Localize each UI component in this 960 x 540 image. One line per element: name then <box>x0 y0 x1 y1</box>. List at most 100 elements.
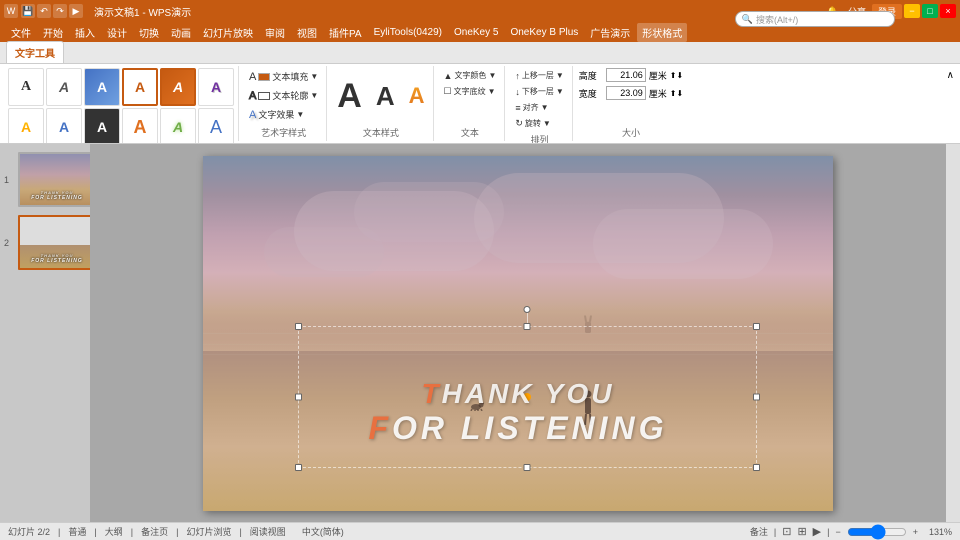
wordart-style-1[interactable]: A <box>8 68 44 106</box>
menu-home[interactable]: 开始 <box>38 23 68 42</box>
wordart-style-9[interactable]: A <box>84 108 120 144</box>
ribbon-group-arrange: ↑上移一层▼ ↓下移一层▼ ≡对齐▼ ↻旋转▼ 排列 <box>507 66 572 141</box>
height-arrows[interactable]: ⬆⬇ <box>670 71 683 80</box>
view-notes[interactable]: 备注页 <box>141 525 168 538</box>
menu-view[interactable]: 视图 <box>292 23 322 42</box>
width-input[interactable] <box>606 86 646 100</box>
wordart-style-5[interactable]: A <box>160 68 196 106</box>
slide-canvas[interactable]: THANK YOU FOR LISTENING <box>203 156 833 511</box>
bg-dropdown[interactable]: ▼ <box>488 87 496 96</box>
view-normal-icon[interactable]: ⊡ <box>782 525 791 538</box>
menu-insert[interactable]: 插入 <box>70 23 100 42</box>
view-slideshow-icon[interactable]: ▶ <box>813 525 821 538</box>
wordart-size-large[interactable]: A <box>333 75 366 118</box>
slide-2-thumb-text: THANK YOU FOR LISTENING <box>24 253 90 264</box>
menu-file[interactable]: 文件 <box>6 23 36 42</box>
wordart-style-7[interactable]: A <box>8 108 44 144</box>
handle-br[interactable] <box>753 464 760 471</box>
minimize-button[interactable]: − <box>904 4 920 18</box>
menu-onekey5[interactable]: OneKey 5 <box>449 25 503 40</box>
slide-count: 幻灯片 2/2 <box>8 525 50 538</box>
view-normal[interactable]: 普通 <box>68 525 86 538</box>
redo-icon[interactable]: ↷ <box>53 4 67 18</box>
view-reading[interactable]: 阅读视图 <box>250 525 286 538</box>
wordart-size-medium[interactable]: A <box>372 79 399 114</box>
wordart-style-11[interactable]: A <box>160 108 196 144</box>
zoom-in-btn[interactable]: + <box>913 527 918 537</box>
handle-tm[interactable] <box>524 323 531 330</box>
rotation-handle[interactable] <box>524 306 531 313</box>
fill-dropdown-icon[interactable]: ▼ <box>310 72 318 81</box>
menu-ads[interactable]: 广告演示 <box>585 23 635 42</box>
outline-dropdown-icon[interactable]: ▼ <box>310 91 318 100</box>
view-outline[interactable]: 大纲 <box>105 525 123 538</box>
wordart-size-small[interactable]: A <box>405 81 429 111</box>
text-fill-btn[interactable]: A 文本填充 ▼ <box>245 68 322 85</box>
slide-1-thumb-text: THANK YOU FOR LISTENING <box>24 190 90 201</box>
width-row: 宽度 厘米 ⬆⬇ <box>579 86 683 100</box>
menu-review[interactable]: 审阅 <box>260 23 290 42</box>
text-fill-icon: A <box>249 71 256 83</box>
zoom-out-btn[interactable]: − <box>835 527 840 537</box>
rotate-btn[interactable]: ↻旋转▼ <box>511 116 554 131</box>
move-down-btn[interactable]: ↓下移一层▼ <box>511 84 567 99</box>
slide-thumb-2[interactable]: THANK YOU FOR LISTENING <box>18 215 90 270</box>
wordart-style-6[interactable]: A <box>198 68 234 106</box>
text-bg-btn[interactable]: ☐文字底纹 ▼ <box>440 84 500 99</box>
title-bar: W 💾 ↶ ↷ ▶ 演示文稿1 - WPS演示 🔍 搜索(Alt+/) 🔔 分享… <box>0 0 960 22</box>
app-icon[interactable]: W <box>4 4 18 18</box>
wordart-style-4[interactable]: A <box>122 68 158 106</box>
handle-tl[interactable] <box>295 323 302 330</box>
app-title: 演示文稿1 - WPS演示 <box>94 4 191 19</box>
menu-slideshow[interactable]: 幻灯片放映 <box>198 23 258 42</box>
effect-dropdown-icon[interactable]: ▼ <box>296 110 304 119</box>
height-input[interactable] <box>606 68 646 82</box>
zoom-level[interactable]: 131% <box>924 527 952 537</box>
status-separator-1: | <box>58 527 60 537</box>
save-icon[interactable]: 💾 <box>21 4 35 18</box>
maximize-button[interactable]: □ <box>922 4 938 18</box>
view-browse-icon[interactable]: ⊞ <box>797 525 806 538</box>
wordart-style-8[interactable]: A <box>46 108 82 144</box>
ribbon-group-size: 高度 厘米 ⬆⬇ 宽度 厘米 ⬆⬇ 大小 <box>575 66 687 141</box>
tab-text-tools[interactable]: 文字工具 <box>6 41 64 63</box>
move-up-btn[interactable]: ↑上移一层▼ <box>511 68 567 83</box>
size-content: 高度 厘米 ⬆⬇ 宽度 厘米 ⬆⬇ <box>579 68 683 124</box>
wordart-style-content: A 文本填充 ▼ A 文本轮廓 ▼ A 文字效果 ▼ <box>245 68 322 124</box>
wordart-style-12[interactable]: A <box>198 108 234 144</box>
wordart-style-2[interactable]: A <box>46 68 82 106</box>
ribbon-collapse-btn[interactable]: ∧ <box>945 68 956 83</box>
close-button[interactable]: × <box>940 4 956 18</box>
color-fill-dropdown[interactable]: ▼ <box>488 71 496 80</box>
view-browse[interactable]: 幻灯片浏览 <box>186 525 231 538</box>
wordart-style-10[interactable]: A <box>122 108 158 144</box>
menu-animations[interactable]: 动画 <box>166 23 196 42</box>
status-separator-3: | <box>131 527 133 537</box>
handle-bl[interactable] <box>295 464 302 471</box>
menu-shape-format[interactable]: 形状格式 <box>637 23 687 42</box>
search-bar[interactable]: 🔍 搜索(Alt+/) <box>735 11 895 27</box>
text-outline-icon: A <box>249 90 256 102</box>
text-color-fill-btn[interactable]: ▲文字颜色 ▼ <box>440 68 501 83</box>
right-scrollbar[interactable] <box>946 144 960 522</box>
slide-thumb-1[interactable]: THANK YOU FOR LISTENING <box>18 152 90 207</box>
width-arrows[interactable]: ⬆⬇ <box>670 89 683 98</box>
align-btn[interactable]: ≡对齐▼ <box>511 100 552 115</box>
menu-plugins[interactable]: 插件PA <box>324 23 367 42</box>
undo-icon[interactable]: ↶ <box>37 4 51 18</box>
menu-eylitools[interactable]: EyliTools(0429) <box>369 25 447 40</box>
ribbon-group-insert-wordart: A A A A A A A A A A A A 插入艺术字 <box>4 66 239 141</box>
handle-bm[interactable] <box>524 464 531 471</box>
menu-design[interactable]: 设计 <box>102 23 132 42</box>
text-style-content: A A A <box>333 68 428 124</box>
slide-text-container[interactable]: THANK YOU FOR LISTENING <box>235 378 802 447</box>
text-outline-btn[interactable]: A 文本轮廓 ▼ <box>245 87 322 104</box>
menu-onekeyb[interactable]: OneKey B Plus <box>505 25 583 40</box>
notes-btn[interactable]: 备注 <box>750 525 768 538</box>
text-effect-btn[interactable]: A 文字效果 ▼ <box>245 106 308 123</box>
handle-tr[interactable] <box>753 323 760 330</box>
preview-icon[interactable]: ▶ <box>69 4 83 18</box>
zoom-slider[interactable] <box>847 527 907 537</box>
wordart-style-3[interactable]: A <box>84 68 120 106</box>
menu-transitions[interactable]: 切换 <box>134 23 164 42</box>
